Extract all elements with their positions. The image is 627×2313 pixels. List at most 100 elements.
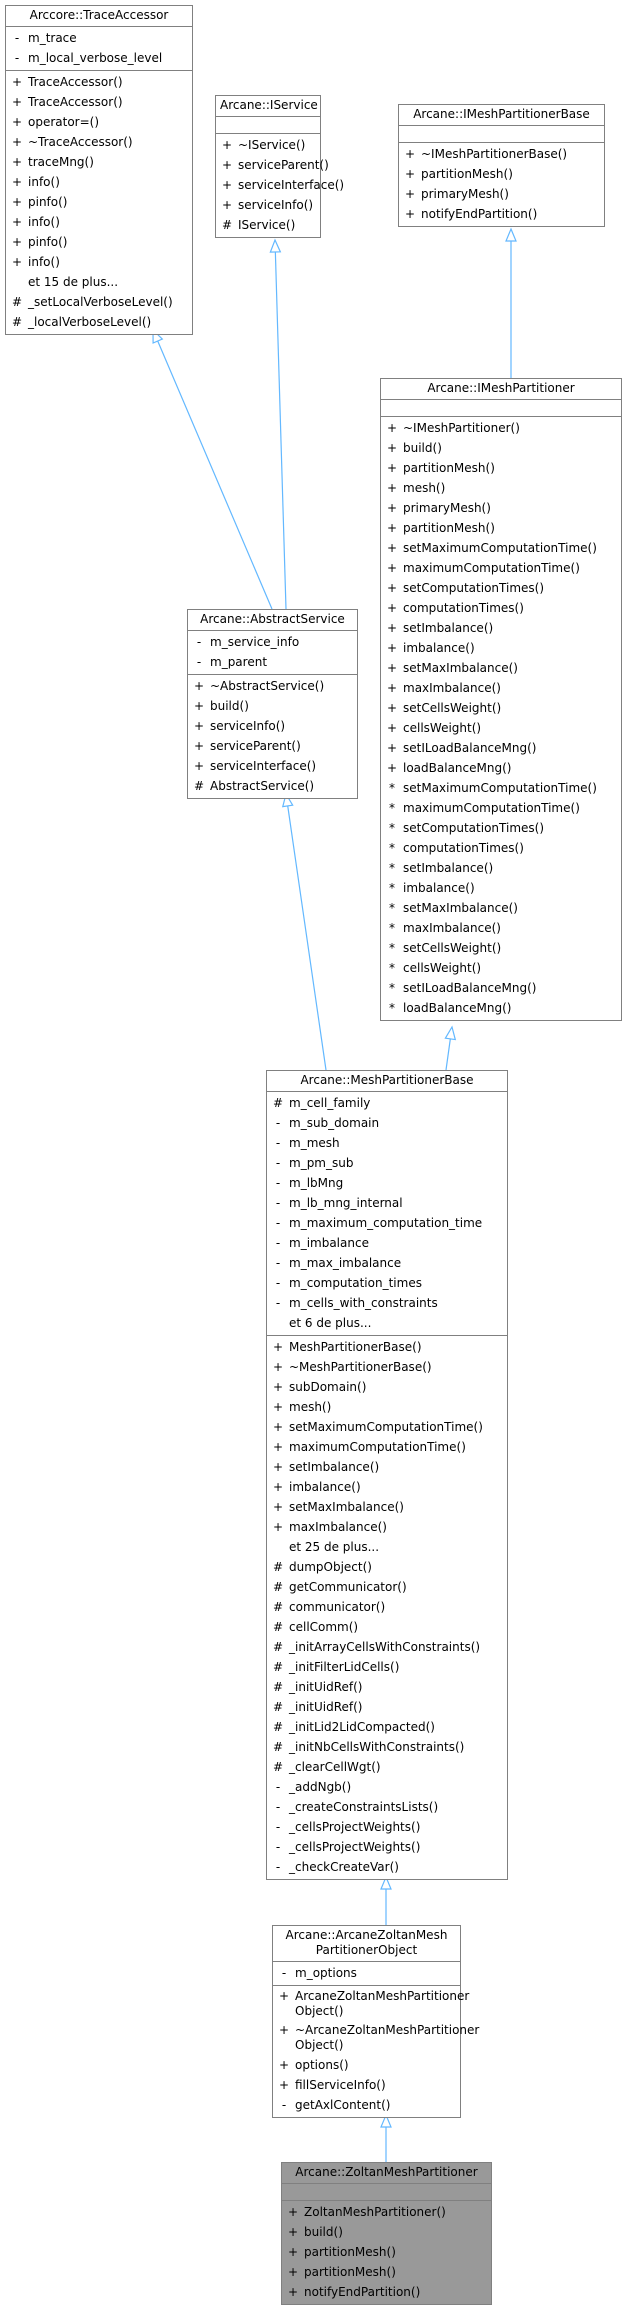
method-row[interactable]: * setCellsWeight()	[381, 938, 621, 958]
method-row[interactable]: - _cellsProjectWeights()	[267, 1837, 507, 1857]
method-row[interactable]: + imbalance()	[267, 1477, 507, 1497]
attribute-row[interactable]: - m_computation_times	[267, 1273, 507, 1293]
method-row[interactable]: + partitionMesh()	[282, 2242, 491, 2262]
method-row[interactable]: # _clearCellWgt()	[267, 1757, 507, 1777]
class-title[interactable]: Arccore::TraceAccessor	[6, 6, 192, 27]
method-row[interactable]: + build()	[188, 696, 357, 716]
method-row[interactable]: * setMaximumComputationTime()	[381, 778, 621, 798]
class-title[interactable]: Arcane::ArcaneZoltanMesh PartitionerObje…	[273, 1926, 460, 1962]
method-row[interactable]: + ~ArcaneZoltanMeshPartitioner Object()	[273, 2021, 479, 2055]
class-title[interactable]: Arcane::ZoltanMeshPartitioner	[282, 2163, 491, 2184]
method-row[interactable]: + setMaxImbalance()	[381, 658, 621, 678]
method-row[interactable]: + primaryMesh()	[399, 184, 604, 204]
method-row[interactable]: et 15 de plus...	[6, 272, 192, 292]
class-zoltan-mesh-partitioner[interactable]: Arcane::ZoltanMeshPartitioner+ ZoltanMesh…	[281, 2162, 492, 2305]
method-row[interactable]: + subDomain()	[267, 1377, 507, 1397]
method-row[interactable]: * setMaxImbalance()	[381, 898, 621, 918]
method-row[interactable]: + maximumComputationTime()	[267, 1437, 507, 1457]
class-arcane-zoltan-mesh-partitioner-object[interactable]: Arcane::ArcaneZoltanMesh PartitionerObje…	[272, 1925, 479, 2118]
method-row[interactable]: * setImbalance()	[381, 858, 621, 878]
method-row[interactable]: + setImbalance()	[381, 618, 621, 638]
method-row[interactable]: # _initUidRef()	[267, 1677, 507, 1697]
method-row[interactable]: + notifyEndPartition()	[282, 2282, 491, 2302]
method-row[interactable]: + fillServiceInfo()	[273, 2075, 460, 2095]
method-row[interactable]: + build()	[282, 2222, 491, 2242]
method-row[interactable]: + imbalance()	[381, 638, 621, 658]
class-title[interactable]: Arcane::IMeshPartitionerBase	[399, 105, 604, 126]
attribute-row[interactable]: # m_cell_family	[267, 1093, 507, 1113]
method-row[interactable]: + serviceInfo()	[216, 195, 320, 215]
attribute-row[interactable]: - m_pm_sub	[267, 1153, 507, 1173]
method-row[interactable]: + mesh()	[381, 478, 621, 498]
class-title[interactable]: Arcane::IMeshPartitioner	[381, 379, 621, 400]
attribute-row[interactable]: et 6 de plus...	[267, 1313, 507, 1333]
method-row[interactable]: + options()	[273, 2055, 460, 2075]
method-row[interactable]: + serviceInfo()	[188, 716, 357, 736]
method-row[interactable]: # AbstractService()	[188, 776, 357, 796]
method-row[interactable]: + serviceParent()	[188, 736, 357, 756]
attribute-row[interactable]: - m_trace	[6, 28, 192, 48]
method-row[interactable]: + ~IService()	[216, 135, 320, 155]
method-row[interactable]: + setMaxImbalance()	[267, 1497, 507, 1517]
method-row[interactable]: + build()	[381, 438, 621, 458]
method-row[interactable]: + maximumComputationTime()	[381, 558, 621, 578]
attribute-row[interactable]: - m_max_imbalance	[267, 1253, 507, 1273]
method-row[interactable]: + ~IMeshPartitioner()	[381, 418, 621, 438]
method-row[interactable]: + maxImbalance()	[381, 678, 621, 698]
method-row[interactable]: - getAxlContent()	[273, 2095, 460, 2115]
attribute-row[interactable]: - m_mesh	[267, 1133, 507, 1153]
method-row[interactable]: + computationTimes()	[381, 598, 621, 618]
method-row[interactable]: + setImbalance()	[267, 1457, 507, 1477]
attribute-row[interactable]: - m_lb_mng_internal	[267, 1193, 507, 1213]
method-row[interactable]: - _createConstraintsLists()	[267, 1797, 507, 1817]
method-row[interactable]: # _setLocalVerboseLevel()	[6, 292, 192, 312]
method-row[interactable]: + partitionMesh()	[381, 458, 621, 478]
method-row[interactable]: # IService()	[216, 215, 320, 235]
class-title[interactable]: Arcane::IService	[216, 96, 320, 117]
method-row[interactable]: + setMaximumComputationTime()	[267, 1417, 507, 1437]
method-row[interactable]: # dumpObject()	[267, 1557, 507, 1577]
attribute-row[interactable]: - m_local_verbose_level	[6, 48, 192, 68]
class-trace-accessor[interactable]: Arccore::TraceAccessor - m_trace - m_local_v…	[5, 5, 193, 335]
method-row[interactable]: + MeshPartitionerBase()	[267, 1337, 507, 1357]
method-row[interactable]: # _initNbCellsWithConstraints()	[267, 1737, 507, 1757]
method-row[interactable]: + loadBalanceMng()	[381, 758, 621, 778]
method-row[interactable]: # _initArrayCellsWithConstraints()	[267, 1637, 507, 1657]
class-title[interactable]: Arcane::MeshPartitionerBase	[267, 1071, 507, 1092]
method-row[interactable]: + setMaximumComputationTime()	[381, 538, 621, 558]
method-row[interactable]: # _initUidRef()	[267, 1697, 507, 1717]
method-row[interactable]: * maxImbalance()	[381, 918, 621, 938]
method-row[interactable]: + pinfo()	[6, 192, 192, 212]
attribute-row[interactable]: - m_sub_domain	[267, 1113, 507, 1133]
class-mesh-partitioner-base[interactable]: Arcane::MeshPartitionerBase # m_cell_famil…	[266, 1070, 508, 1880]
method-row[interactable]: * setComputationTimes()	[381, 818, 621, 838]
method-row[interactable]: - _cellsProjectWeights()	[267, 1817, 507, 1837]
method-row[interactable]: + partitionMesh()	[282, 2262, 491, 2282]
method-row[interactable]: + operator=()	[6, 112, 192, 132]
method-row[interactable]: + serviceInterface()	[188, 756, 357, 776]
method-row[interactable]: + ~MeshPartitionerBase()	[267, 1357, 507, 1377]
method-row[interactable]: # _initLid2LidCompacted()	[267, 1717, 507, 1737]
method-row[interactable]: # getCommunicator()	[267, 1577, 507, 1597]
method-row[interactable]: + setComputationTimes()	[381, 578, 621, 598]
method-row[interactable]: + setCellsWeight()	[381, 698, 621, 718]
method-row[interactable]: + info()	[6, 172, 192, 192]
method-row[interactable]: + ~TraceAccessor()	[6, 132, 192, 152]
method-row[interactable]: + ZoltanMeshPartitioner()	[282, 2202, 491, 2222]
method-row[interactable]: # _initFilterLidCells()	[267, 1657, 507, 1677]
method-row[interactable]: * computationTimes()	[381, 838, 621, 858]
method-row[interactable]: - _addNgb()	[267, 1777, 507, 1797]
method-row[interactable]: + traceMng()	[6, 152, 192, 172]
method-row[interactable]: + serviceInterface()	[216, 175, 344, 195]
attribute-row[interactable]: - m_cells_with_constraints	[267, 1293, 507, 1313]
method-row[interactable]: * maximumComputationTime()	[381, 798, 621, 818]
method-row[interactable]: * setILoadBalanceMng()	[381, 978, 621, 998]
class-imesh-partitioner-base[interactable]: Arcane::IMeshPartitionerBase + ~IMeshParti…	[398, 104, 605, 227]
method-row[interactable]: # cellComm()	[267, 1617, 507, 1637]
attribute-row[interactable]: - m_imbalance	[267, 1233, 507, 1253]
method-row[interactable]: + notifyEndPartition()	[399, 204, 604, 224]
method-row[interactable]: + info()	[6, 252, 192, 272]
method-row[interactable]: + ArcaneZoltanMeshPartitioner Object()	[273, 1987, 469, 2021]
class-imesh-partitioner[interactable]: Arcane::IMeshPartitioner+ ~IMeshPartition…	[380, 378, 622, 1021]
method-row[interactable]: * loadBalanceMng()	[381, 998, 621, 1018]
